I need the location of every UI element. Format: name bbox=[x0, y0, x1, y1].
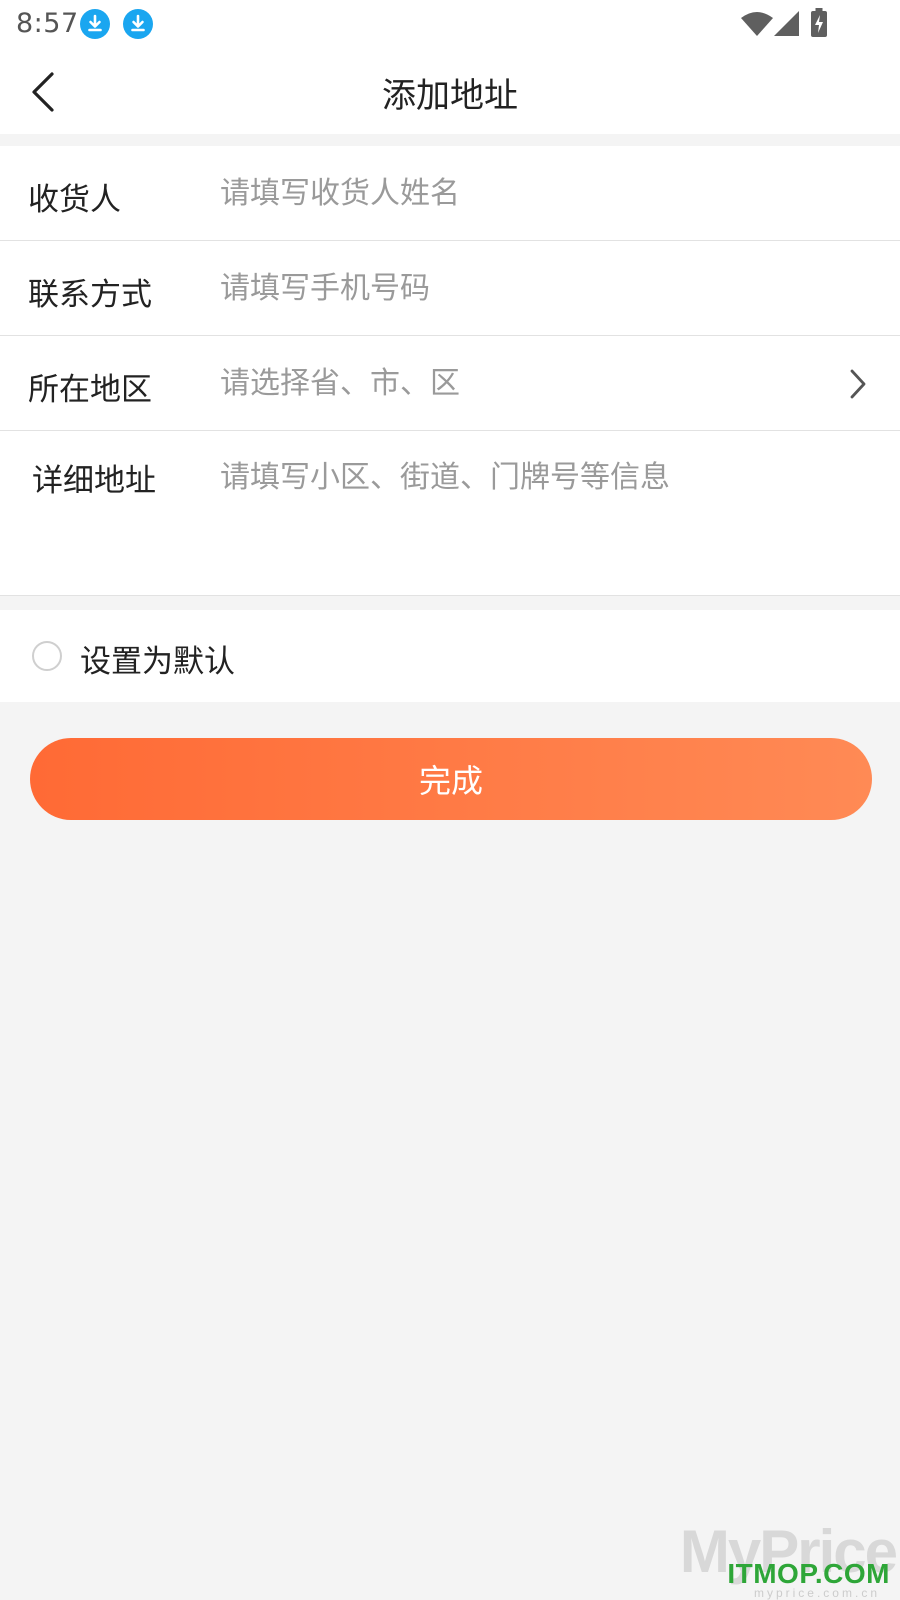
default-radio[interactable] bbox=[32, 641, 62, 671]
receiver-label: 收货人 bbox=[28, 182, 121, 218]
status-bar: 8:57 bbox=[0, 0, 900, 50]
region-input[interactable] bbox=[220, 358, 800, 408]
status-time: 8:57 bbox=[16, 8, 79, 39]
battery-charging-icon bbox=[811, 8, 827, 37]
watermark-url: myprice.com.cn bbox=[753, 1586, 880, 1600]
phone-row: 联系方式 bbox=[0, 241, 900, 336]
done-button[interactable]: 完成 bbox=[30, 738, 872, 820]
region-row[interactable]: 所在地区 bbox=[0, 336, 900, 431]
system-icons bbox=[700, 0, 900, 50]
address-input[interactable] bbox=[220, 456, 860, 566]
address-label: 详细地址 bbox=[32, 463, 156, 499]
default-label: 设置为默认 bbox=[80, 644, 235, 680]
title-bar: 添加地址 bbox=[0, 50, 900, 134]
region-label: 所在地区 bbox=[28, 372, 152, 408]
page-title: 添加地址 bbox=[382, 76, 518, 116]
receiver-input[interactable] bbox=[220, 168, 840, 218]
download-icon bbox=[123, 9, 153, 39]
phone-label: 联系方式 bbox=[28, 277, 152, 313]
chevron-right-icon bbox=[850, 369, 866, 399]
wifi-icon bbox=[741, 12, 773, 36]
phone-input[interactable] bbox=[220, 263, 840, 313]
default-option-row[interactable]: 设置为默认 bbox=[0, 610, 900, 702]
watermark: MyPrice ITMOP.COM myprice.com.cn bbox=[680, 1520, 900, 1600]
signal-icon bbox=[774, 11, 799, 36]
receiver-row: 收货人 bbox=[0, 146, 900, 241]
download-icon bbox=[80, 9, 110, 39]
